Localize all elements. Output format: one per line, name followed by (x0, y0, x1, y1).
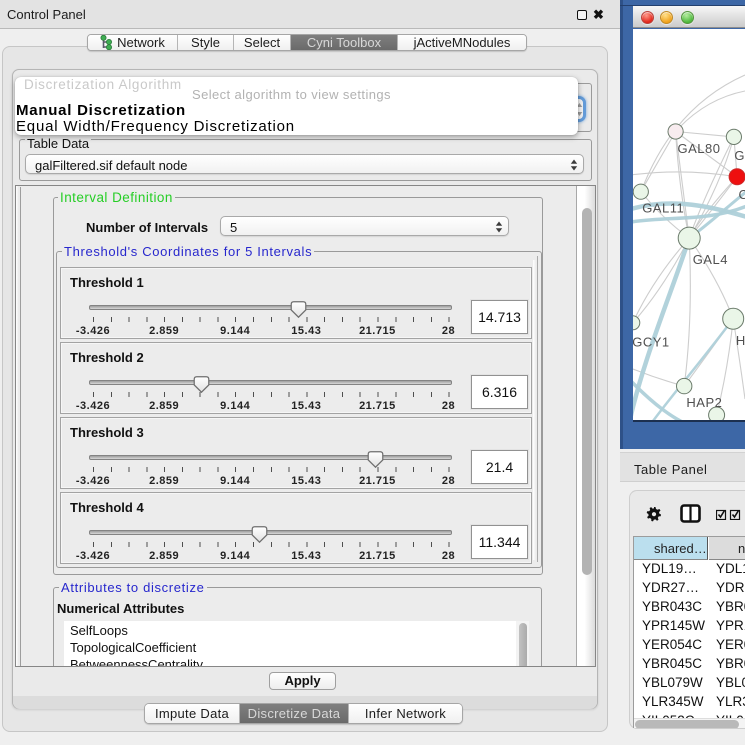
svg-text:GAL80: GAL80 (678, 141, 721, 156)
svg-text:GA: GA (734, 148, 745, 163)
svg-text:HAP2: HAP2 (686, 395, 722, 410)
svg-text:GAL4: GAL4 (693, 252, 728, 267)
svg-text:GCY1: GCY1 (633, 335, 670, 350)
svg-text:C: C (739, 187, 745, 202)
svg-text:H: H (736, 333, 745, 348)
svg-text:GAL11: GAL11 (642, 200, 684, 215)
